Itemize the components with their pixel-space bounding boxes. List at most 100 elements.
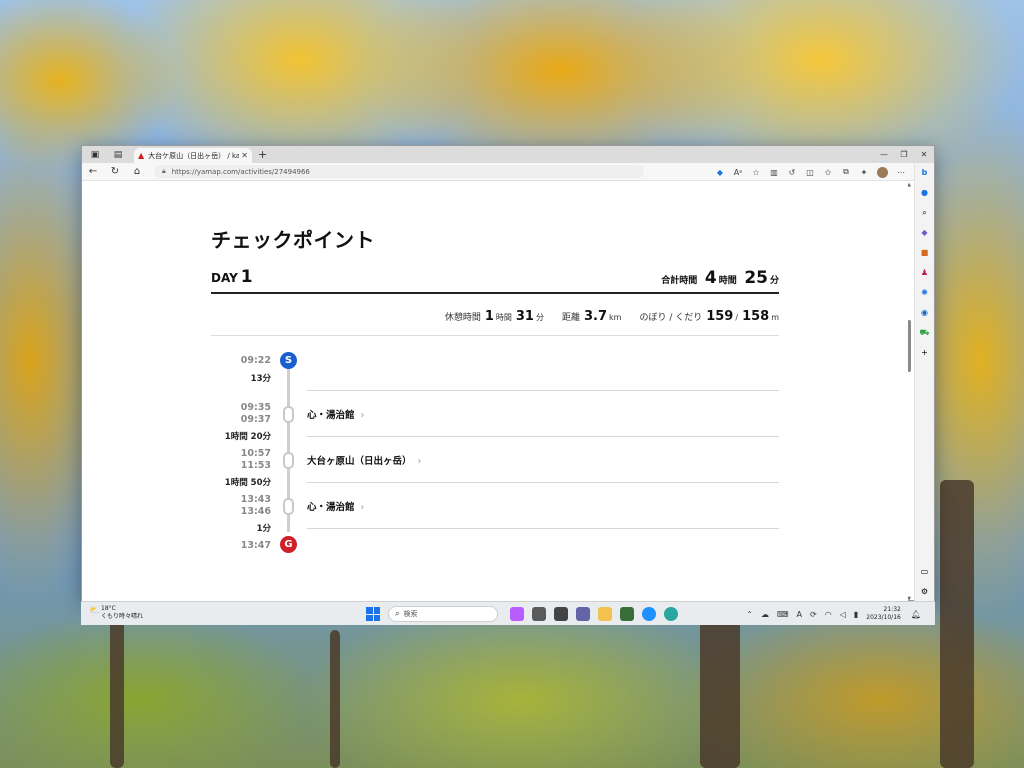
lock-icon[interactable]: 🔒︎ bbox=[162, 167, 166, 176]
workspaces-icon[interactable]: ▣ bbox=[88, 148, 102, 162]
checkpoint-link[interactable]: 心・湯治館 › bbox=[307, 499, 364, 513]
segment-duration: 1時間 20分 bbox=[224, 432, 271, 442]
wifi-icon[interactable]: ◠ bbox=[825, 610, 832, 619]
clock[interactable]: 21:32 2023/10/16 bbox=[866, 606, 901, 622]
ime-icon[interactable]: A bbox=[797, 610, 802, 619]
home-icon[interactable]: ⌂ bbox=[126, 166, 148, 177]
shopping-tag-icon[interactable]: ◆ bbox=[915, 223, 935, 243]
shopping-icon[interactable]: ⛟ bbox=[915, 323, 935, 343]
checkpoint-name: 大台ヶ原山（日出ヶ岳） bbox=[307, 456, 412, 467]
add-sidebar-icon[interactable]: + bbox=[915, 343, 935, 363]
widgets-icon[interactable] bbox=[554, 607, 568, 621]
segment-duration: 13分 bbox=[250, 374, 271, 384]
total-minutes-unit: 分 bbox=[769, 276, 779, 286]
onedrive-icon[interactable]: ☁ bbox=[761, 610, 769, 619]
edge-browser-icon[interactable] bbox=[664, 607, 678, 621]
notification-icon[interactable]: ● bbox=[915, 183, 935, 203]
distance-label: 距離 bbox=[561, 313, 580, 323]
task-view-icon[interactable] bbox=[532, 607, 546, 621]
checkpoint-node bbox=[283, 452, 294, 469]
checkpoint-times: 10:57 11:53 bbox=[241, 448, 271, 472]
windows-start-icon[interactable] bbox=[366, 607, 380, 621]
chevron-right-icon: › bbox=[360, 502, 365, 513]
checkpoint-name: 心・湯治館 bbox=[307, 502, 355, 513]
more-menu-icon[interactable]: ⋯ bbox=[892, 168, 910, 177]
checkpoint-link[interactable]: 大台ヶ原山（日出ヶ岳） › bbox=[307, 453, 421, 467]
sidebar-layout-icon[interactable]: ▭ bbox=[915, 562, 935, 582]
search-placeholder: 検索 bbox=[403, 610, 418, 618]
minimize-icon[interactable]: — bbox=[874, 146, 894, 163]
segment-duration: 1時間 50分 bbox=[224, 478, 271, 488]
page-title: チェックポイント bbox=[211, 228, 375, 252]
distance-unit: km bbox=[609, 313, 622, 322]
copilot-app-icon[interactable] bbox=[510, 607, 524, 621]
maximize-icon[interactable]: ❐ bbox=[894, 146, 914, 163]
depart-time: 13:46 bbox=[240, 506, 271, 517]
page-content: チェックポイント DAY 1 合計時間 4 時間 25 分 休憩時間 1 時間 31 分 距離… bbox=[82, 182, 908, 602]
checkpoint-node bbox=[283, 406, 294, 423]
office-icon[interactable]: ✺ bbox=[915, 283, 935, 303]
total-hours-unit: 時間 bbox=[718, 276, 737, 286]
updown-label: のぼり / くだり bbox=[639, 313, 703, 323]
taskbar-search[interactable]: ⌕ 検索 bbox=[388, 606, 498, 622]
back-arrow-icon[interactable]: ← bbox=[82, 166, 104, 177]
teams-icon[interactable] bbox=[576, 607, 590, 621]
refresh-icon[interactable]: ↻ bbox=[104, 166, 126, 177]
new-tab-icon[interactable]: + bbox=[258, 148, 267, 161]
toolbox-icon[interactable]: ■ bbox=[915, 243, 935, 263]
favorites-icon[interactable]: ✩ bbox=[819, 168, 837, 177]
extension-badge-icon[interactable]: ◆ bbox=[711, 168, 729, 177]
close-window-icon[interactable]: ✕ bbox=[914, 146, 934, 163]
help-icon[interactable] bbox=[642, 607, 656, 621]
collections-icon[interactable]: ⧉ bbox=[837, 167, 855, 177]
checkpoint-times: 13:43 13:46 bbox=[241, 494, 271, 518]
updown-unit: m bbox=[771, 313, 779, 322]
checkpoint-name: 心・湯治館 bbox=[307, 410, 355, 421]
file-explorer-icon[interactable] bbox=[598, 607, 612, 621]
weather-desc: くもり時々晴れ bbox=[101, 613, 144, 620]
goal-time: 13:47 bbox=[240, 540, 271, 551]
notification-bell-icon[interactable]: 🔔︎ bbox=[911, 610, 921, 619]
browser-tab-active[interactable]: ▲ 大台ケ原山（日出ヶ岳） / kazuhi ✕ bbox=[134, 148, 252, 163]
sync-icon[interactable]: ⟳ bbox=[810, 610, 817, 619]
checkpoint-link[interactable]: 心・湯治館 › bbox=[307, 407, 364, 421]
divider bbox=[307, 390, 779, 391]
battery-icon[interactable]: ▮ bbox=[854, 610, 858, 619]
chevron-up-icon[interactable]: ⌃ bbox=[746, 610, 753, 619]
rest-minutes-unit: 分 bbox=[535, 313, 544, 322]
tab-actions-icon[interactable]: ▤ bbox=[111, 148, 125, 162]
close-tab-icon[interactable]: ✕ bbox=[241, 151, 248, 160]
day-prefix: DAY bbox=[211, 271, 238, 285]
extension-icon[interactable]: ✦ bbox=[855, 168, 873, 177]
store-icon[interactable] bbox=[620, 607, 634, 621]
start-time: 09:22 bbox=[240, 355, 271, 366]
weather-widget[interactable]: ⛅ 18°C くもり時々晴れ bbox=[89, 605, 143, 621]
favorite-star-icon[interactable]: ☆ bbox=[747, 168, 765, 177]
divider bbox=[307, 436, 779, 437]
checkpoint-times: 09:35 09:37 bbox=[241, 402, 271, 426]
outlook-icon[interactable]: ◉ bbox=[915, 303, 935, 323]
volume-icon[interactable]: ◁ bbox=[840, 610, 846, 619]
profile-avatar[interactable] bbox=[877, 166, 888, 178]
tree-trunk bbox=[700, 620, 740, 768]
tab-bar: ▣ ▤ ▲ 大台ケ原山（日出ヶ岳） / kazuhi ✕ + — ❐ ✕ bbox=[82, 146, 934, 163]
sidebar-toggle-icon[interactable]: ◫ bbox=[801, 168, 819, 177]
toolbar-icons: ◆ Aᵃ ☆ ▥ ↺ ◫ ✩ ⧉ ✦ ⋯ bbox=[711, 163, 910, 181]
read-aloud-icon[interactable]: Aᵃ bbox=[729, 168, 747, 177]
total-minutes: 25 bbox=[744, 268, 768, 288]
depart-time: 09:37 bbox=[240, 414, 271, 425]
windows-taskbar: ⛅ 18°C くもり時々晴れ ⌕ 検索 ⌃ ☁ ⌨ A ⟳ ◠ ◁ ▮ 21:3… bbox=[81, 601, 935, 625]
games-icon[interactable]: ♟ bbox=[915, 263, 935, 283]
yamap-logo-icon: ▲ bbox=[138, 151, 145, 160]
keyboard-icon[interactable]: ⌨ bbox=[777, 610, 789, 619]
sidebar-spacer bbox=[915, 363, 935, 562]
refresh-extension-icon[interactable]: ↺ bbox=[783, 168, 801, 177]
settings-gear-icon[interactable]: ⚙ bbox=[915, 582, 935, 602]
total-time: 合計時間 4 時間 25 分 bbox=[661, 268, 779, 288]
arrive-time: 13:43 bbox=[240, 494, 271, 505]
day-number: 1 bbox=[240, 267, 253, 287]
bing-copilot-icon[interactable]: b bbox=[915, 163, 935, 183]
url-field[interactable]: 🔒︎ https://yamap.com/activities/27494966 bbox=[154, 165, 644, 178]
split-screen-icon[interactable]: ▥ bbox=[765, 168, 783, 177]
search-icon[interactable]: ⌕ bbox=[915, 203, 935, 223]
